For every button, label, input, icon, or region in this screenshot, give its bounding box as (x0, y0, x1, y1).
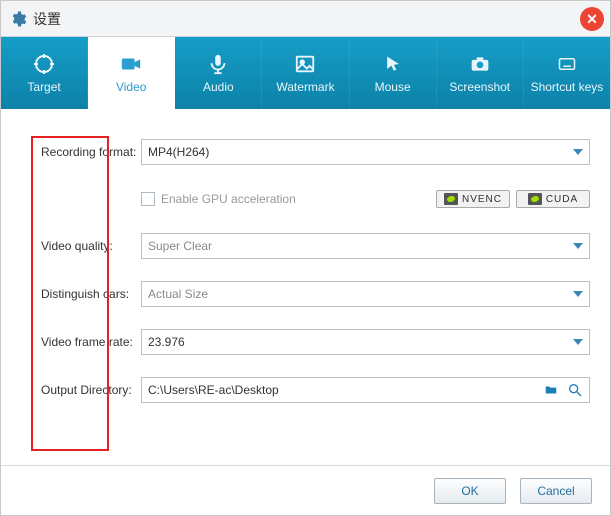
tab-screenshot[interactable]: Screenshot (437, 37, 524, 109)
tab-label: Screenshot (449, 80, 510, 94)
settings-window: 设置 ✕ Target Video Audio (0, 0, 611, 516)
chevron-down-icon (573, 339, 583, 345)
tab-label: Target (27, 80, 60, 94)
window-title: 设置 (33, 9, 61, 29)
select-video-quality[interactable]: Super Clear (141, 233, 590, 259)
select-value: Super Clear (148, 239, 212, 253)
tab-audio[interactable]: Audio (175, 37, 262, 109)
output-directory-field: C:\Users\RE-ac\Desktop (141, 377, 590, 403)
chevron-down-icon (573, 149, 583, 155)
label-video-quality: Video quality: (21, 239, 141, 253)
select-recording-format[interactable]: MP4(H264) (141, 139, 590, 165)
select-value: Actual Size (148, 287, 208, 301)
target-icon (30, 52, 58, 76)
cancel-button[interactable]: Cancel (520, 478, 592, 504)
button-label: OK (461, 484, 478, 498)
close-button[interactable]: ✕ (580, 7, 604, 31)
checkbox-gpu[interactable] (141, 192, 155, 206)
badge-cuda: CUDA (516, 190, 590, 208)
chevron-down-icon (573, 243, 583, 249)
chevron-down-icon (573, 291, 583, 297)
close-icon: ✕ (586, 11, 598, 28)
nvidia-icon (528, 193, 542, 205)
title-bar: 设置 ✕ (1, 1, 610, 37)
video-icon (117, 52, 145, 76)
tab-watermark[interactable]: Watermark (262, 37, 349, 109)
image-icon (291, 52, 319, 76)
browse-folder-button[interactable] (541, 381, 561, 399)
tab-mouse[interactable]: Mouse (350, 37, 437, 109)
keyboard-icon (553, 52, 581, 76)
tab-shortcut[interactable]: Shortcut keys (524, 37, 610, 109)
tab-label: Video (116, 80, 146, 94)
badge-nvenc: NVENC (436, 190, 510, 208)
gpu-acceleration-option[interactable]: Enable GPU acceleration (141, 192, 296, 206)
select-value: MP4(H264) (148, 145, 209, 159)
gpu-label: Enable GPU acceleration (161, 192, 296, 206)
tab-bar: Target Video Audio Watermark Mouse (1, 37, 610, 109)
mic-icon (204, 52, 232, 76)
cursor-icon (379, 52, 407, 76)
ok-button[interactable]: OK (434, 478, 506, 504)
label-frame-rate: Video frame rate: (21, 335, 141, 349)
select-frame-rate[interactable]: 23.976 (141, 329, 590, 355)
badge-text: CUDA (546, 194, 578, 205)
label-output-dir: Output Directory: (21, 383, 141, 397)
tab-label: Shortcut keys (531, 80, 604, 94)
tab-label: Mouse (375, 80, 411, 94)
label-distinguish: Distinguish cars: (21, 287, 141, 301)
gear-icon (9, 10, 27, 28)
tab-video[interactable]: Video (88, 37, 175, 109)
select-value: 23.976 (148, 335, 185, 349)
open-folder-button[interactable] (565, 381, 585, 399)
select-distinguish[interactable]: Actual Size (141, 281, 590, 307)
gpu-badges: NVENC CUDA (436, 190, 590, 208)
dialog-footer: OK Cancel (1, 465, 610, 515)
tab-target[interactable]: Target (1, 37, 88, 109)
badge-text: NVENC (462, 194, 502, 205)
button-label: Cancel (537, 484, 574, 498)
camera-icon (466, 52, 494, 76)
tab-label: Audio (203, 80, 234, 94)
video-settings-panel: Recording format: MP4(H264) Enable GPU a… (1, 109, 610, 465)
tab-label: Watermark (276, 80, 334, 94)
nvidia-icon (444, 193, 458, 205)
label-recording-format: Recording format: (21, 145, 141, 159)
output-dir-text: C:\Users\RE-ac\Desktop (148, 383, 537, 397)
